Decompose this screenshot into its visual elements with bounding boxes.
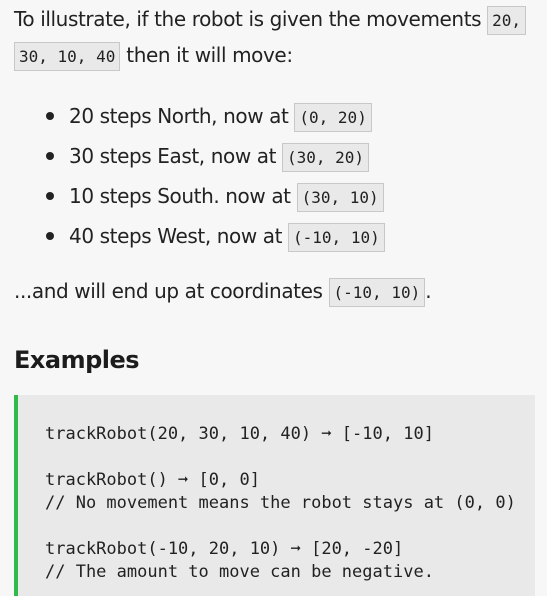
- step-coord: (0, 20): [294, 103, 372, 132]
- examples-heading: Examples: [14, 346, 140, 374]
- examples-code-block: trackRobot(20, 30, 10, 40) ➞ [-10, 10] t…: [14, 395, 535, 596]
- intro-paragraph: To illustrate, if the robot is given the…: [14, 0, 544, 74]
- instructions-content: To illustrate, if the robot is given the…: [0, 0, 547, 376]
- step-text: 20 steps North, now at: [69, 104, 295, 128]
- code-comment: // No movement means the robot stays at …: [45, 493, 516, 513]
- code-comment: // The amount to move can be negative.: [45, 562, 434, 582]
- intro-text: To illustrate, if the robot is given the…: [14, 7, 488, 31]
- code-line: trackRobot() ➞ [0, 0]: [45, 470, 260, 490]
- step-text: 30 steps East, now at: [69, 144, 282, 168]
- bullet-icon: [46, 192, 54, 200]
- bullet-icon: [46, 232, 54, 240]
- step-text: 10 steps South. now at: [69, 184, 297, 208]
- list-item: 40 steps West, now at (-10, 10): [14, 216, 547, 256]
- movements-code-1: 20,: [487, 6, 527, 35]
- list-item: 30 steps East, now at (30, 20): [14, 136, 547, 176]
- step-coord: (-10, 10): [288, 223, 385, 252]
- list-item: 10 steps South. now at (30, 10): [14, 176, 547, 216]
- step-text: 40 steps West, now at: [69, 224, 289, 248]
- intro-text-after: then it will move:: [120, 43, 293, 67]
- summary-period: .: [425, 279, 432, 303]
- movements-code-2: 30, 10, 40: [14, 42, 121, 71]
- code-line: trackRobot(20, 30, 10, 40) ➞ [-10, 10]: [45, 424, 434, 444]
- summary-text: ...and will end up at coordinates: [14, 279, 329, 303]
- summary-paragraph: ...and will end up at coordinates (-10, …: [14, 272, 544, 310]
- bullet-icon: [46, 112, 54, 120]
- code-line: trackRobot(-10, 20, 10) ➞ [20, -20]: [45, 539, 404, 559]
- final-coord: (-10, 10): [328, 278, 426, 307]
- steps-list: 20 steps North, now at (0, 20) 30 steps …: [14, 96, 547, 256]
- step-coord: (30, 10): [296, 183, 384, 212]
- step-coord: (30, 20): [282, 143, 370, 172]
- bullet-icon: [46, 152, 54, 160]
- list-item: 20 steps North, now at (0, 20): [14, 96, 547, 136]
